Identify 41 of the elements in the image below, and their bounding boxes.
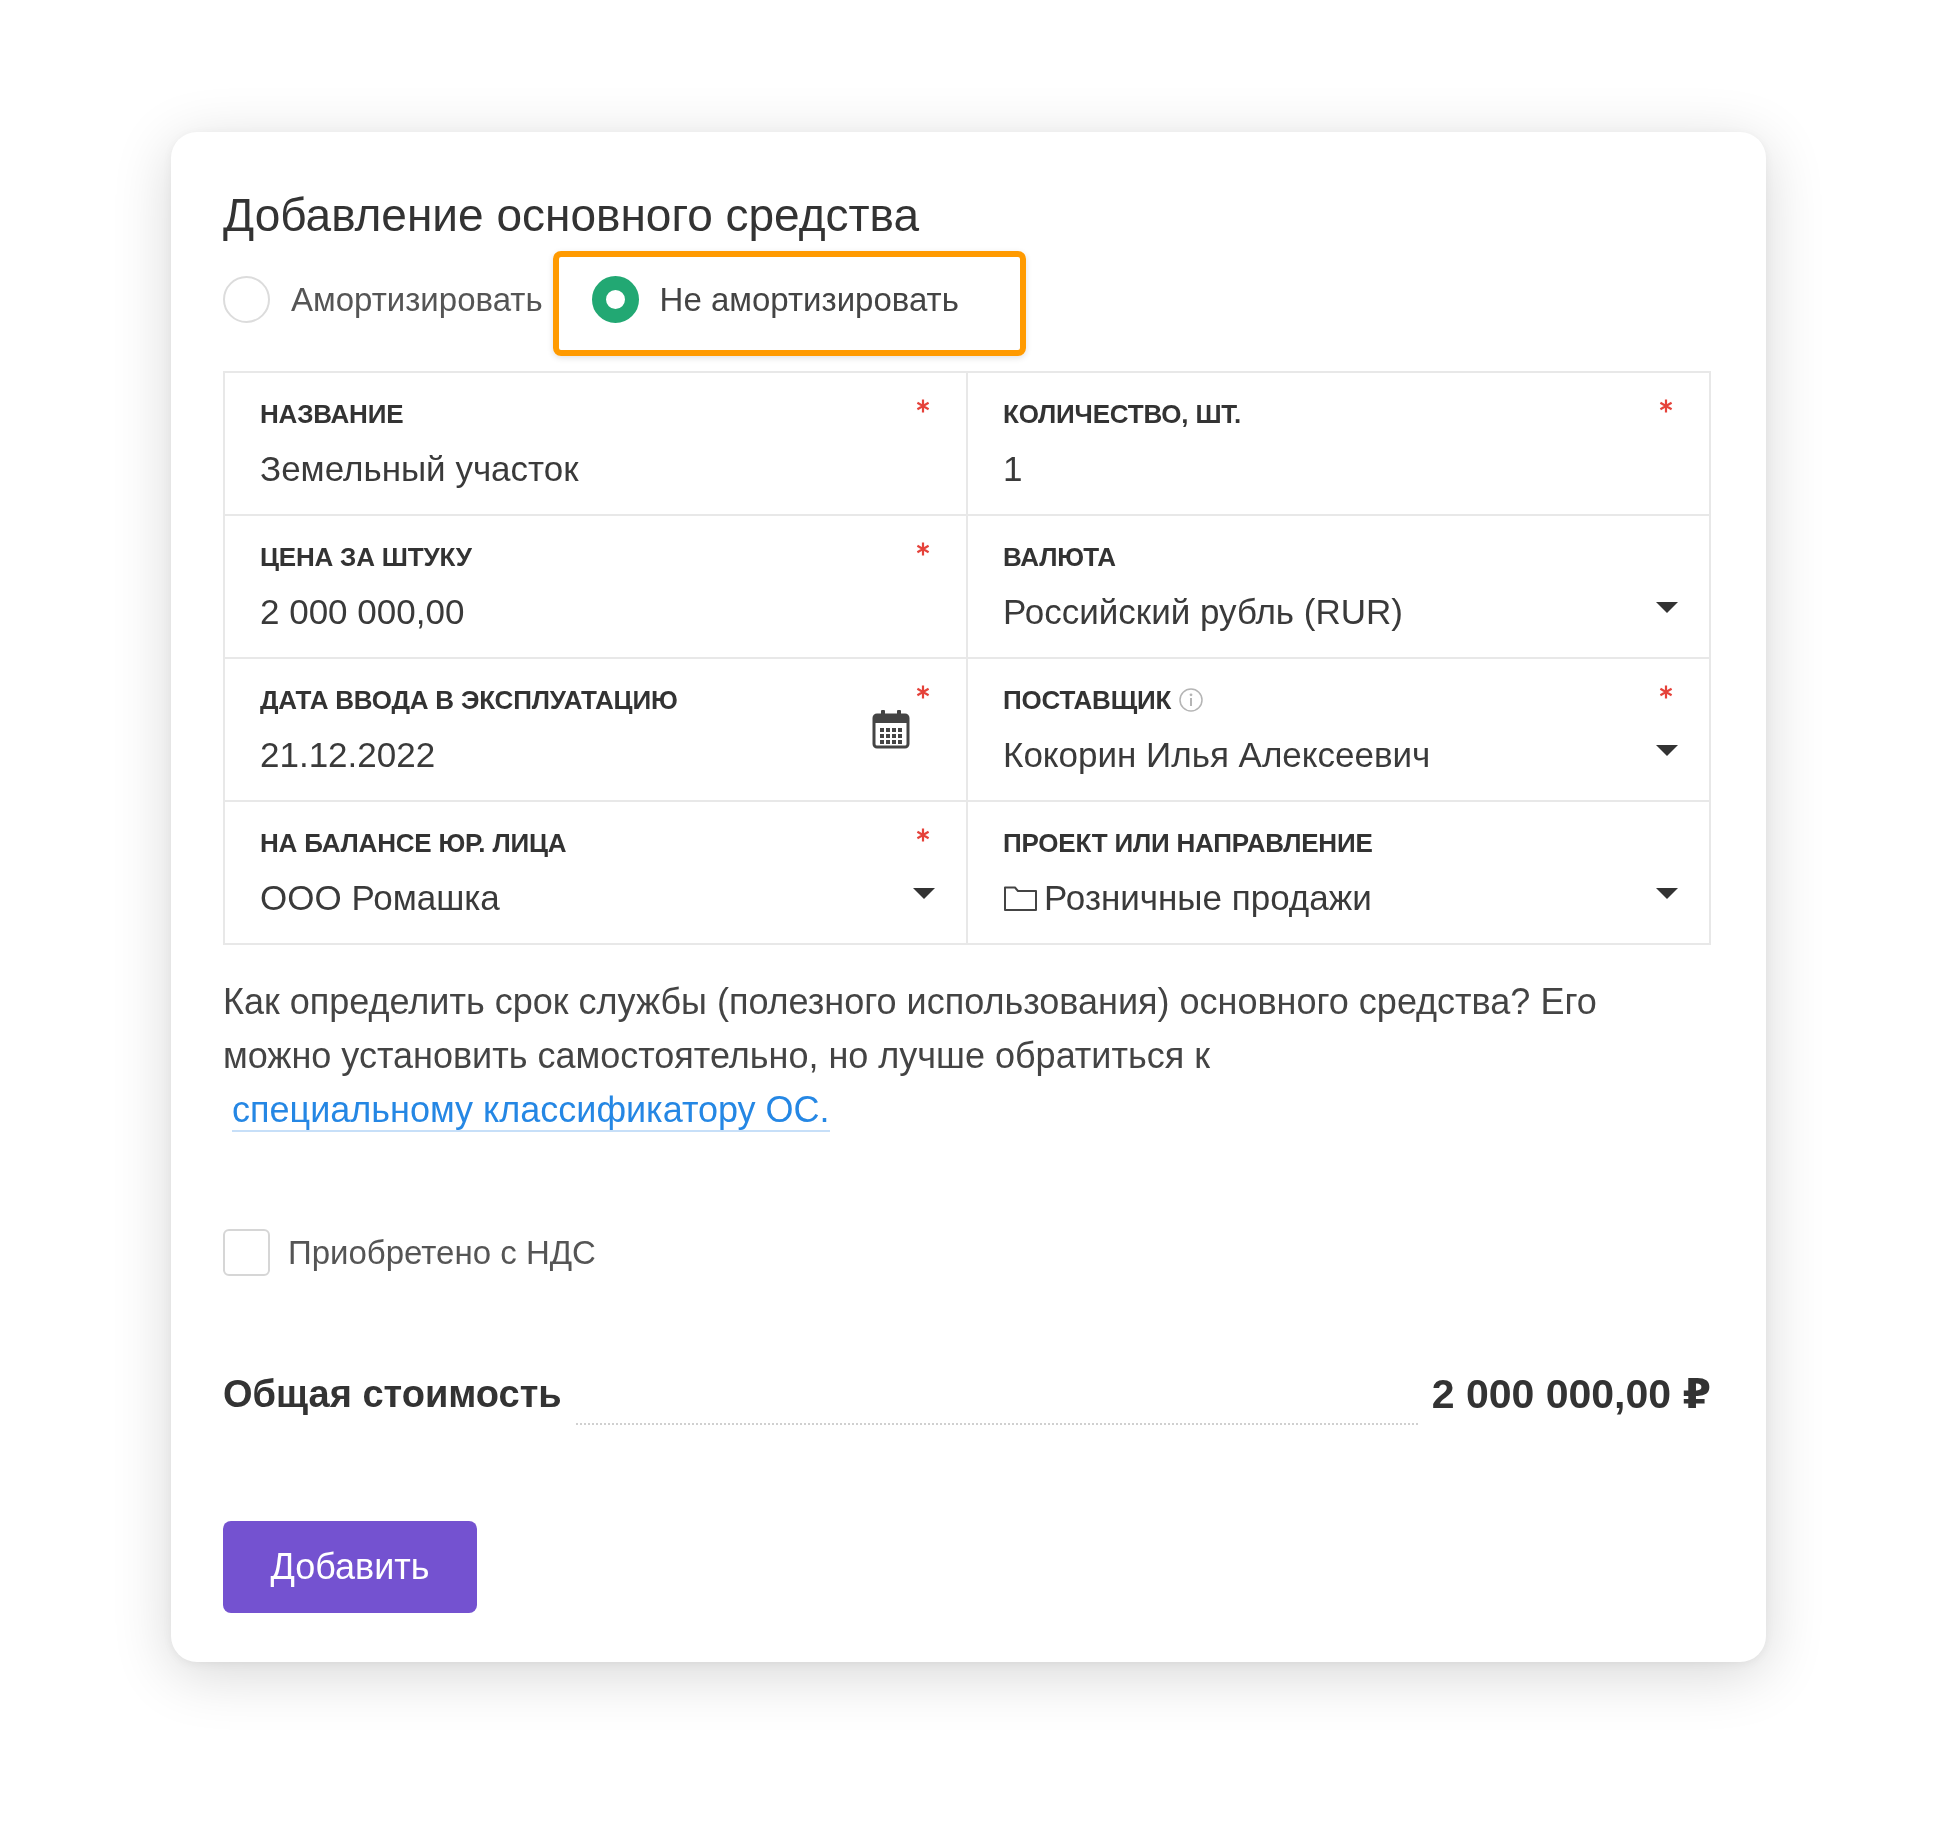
total-label: Общая стоимость (223, 1372, 562, 1417)
select-field[interactable]: ВАЛЮТА Российский рубль (RUR) (968, 516, 1709, 657)
field-value: ООО Ромашка (260, 878, 500, 918)
text-field[interactable]: ЦЕНА ЗА ШТУКУ 2 000 000,00 (225, 516, 966, 657)
dialog-title: Добавление основного средства (223, 188, 920, 242)
checkbox[interactable] (223, 1229, 270, 1276)
caret-icon (1656, 602, 1678, 613)
checkbox-label[interactable]: Приобретено с НДС (288, 1233, 596, 1272)
field-value: Кокорин Илья Алексеевич (1003, 735, 1431, 775)
radio-label[interactable]: Не амортизировать (659, 280, 959, 319)
radio-label[interactable]: Амортизировать (291, 280, 543, 319)
field-label: КОЛИЧЕСТВО, ШТ. (1003, 398, 1242, 430)
add-button[interactable]: Добавить (223, 1521, 477, 1613)
select-field[interactable]: ПОСТАВЩИК Кокорин Илья Алексеевич (968, 659, 1709, 800)
total-value: 2 000 000,00 ₽ (1431, 1370, 1711, 1419)
field-value: Розничные продажи (1044, 878, 1372, 918)
field-label: ВАЛЮТА (1003, 541, 1116, 573)
caret-icon (913, 888, 935, 899)
field-value: 21.12.2022 (260, 735, 436, 775)
field-value: 1 (1003, 449, 1023, 489)
folder-icon (1003, 884, 1038, 912)
calendar-icon (871, 708, 911, 750)
caret-icon (1656, 888, 1678, 899)
field-label: ДАТА ВВОДА В ЭКСПЛУАТАЦИЮ (260, 684, 678, 716)
text-field[interactable]: НАЗВАНИЕ Земельный участок (225, 373, 966, 514)
field-value: 2 000 000,00 (260, 592, 465, 632)
field-label: ЦЕНА ЗА ШТУКУ (260, 541, 472, 573)
field-value: Российский рубль (RUR) (1003, 592, 1403, 632)
select-field[interactable]: ПРОЕКТ ИЛИ НАПРАВЛЕНИЕ Розничные продажи (968, 802, 1709, 943)
text-field[interactable]: КОЛИЧЕСТВО, ШТ. 1 (968, 373, 1709, 514)
help-text: Как определить срок службы (полезного использования) основного средства? Его можно установить самостоятельно, но лучше обратиться к специальному классификатору ОС. (223, 980, 1598, 1134)
field-value: Земельный участок (260, 449, 579, 489)
field-label: ПРОЕКТ ИЛИ НАПРАВЛЕНИЕ (1003, 827, 1373, 859)
caret-icon (1656, 745, 1678, 756)
date-field[interactable]: ДАТА ВВОДА В ЭКСПЛУАТАЦИЮ 21.12.2022 (225, 659, 966, 800)
radio-button[interactable] (591, 276, 639, 323)
field-label: НАЗВАНИЕ (260, 398, 404, 430)
classifier-link[interactable]: специальному классификатору ОС. (232, 1089, 830, 1132)
field-label: НА БАЛАНСЕ ЮР. ЛИЦА (260, 827, 567, 859)
field-label: ПОСТАВЩИК (1003, 684, 1172, 716)
select-field[interactable]: НА БАЛАНСЕ ЮР. ЛИЦА ООО Ромашка (225, 802, 966, 943)
